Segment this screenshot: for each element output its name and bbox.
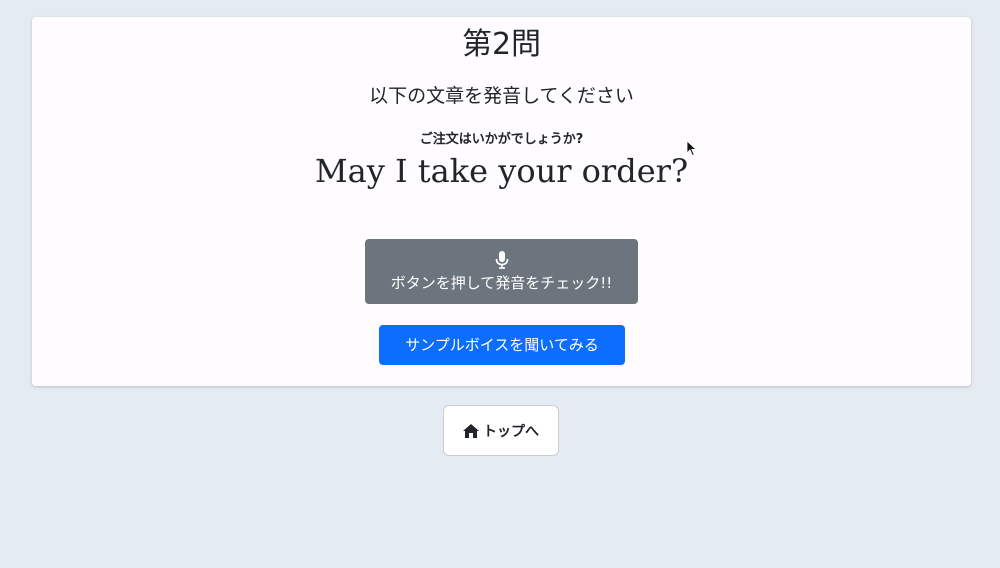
translation-text: ご注文はいかがでしょうか? [419, 132, 584, 147]
go-top-label: トップへ [483, 423, 539, 440]
record-pronunciation-button[interactable]: ボタンを押して発音をチェック!! [365, 239, 638, 304]
sample-voice-button[interactable]: サンプルボイスを聞いてみる [379, 325, 625, 365]
mouse-pointer-icon [687, 141, 697, 157]
record-button-label: ボタンを押して発音をチェック!! [390, 273, 613, 292]
microphone-icon [495, 250, 508, 269]
target-sentence: May I take your order? [314, 152, 689, 190]
instruction-text: 以下の文章を発音してください [369, 85, 634, 107]
home-icon [463, 423, 479, 438]
question-title: 第2問 [461, 27, 542, 62]
go-top-button[interactable]: トップへ [443, 405, 559, 456]
quiz-card: 第2問 以下の文章を発音してください ご注文はいかがでしょうか? May I t… [32, 17, 971, 386]
